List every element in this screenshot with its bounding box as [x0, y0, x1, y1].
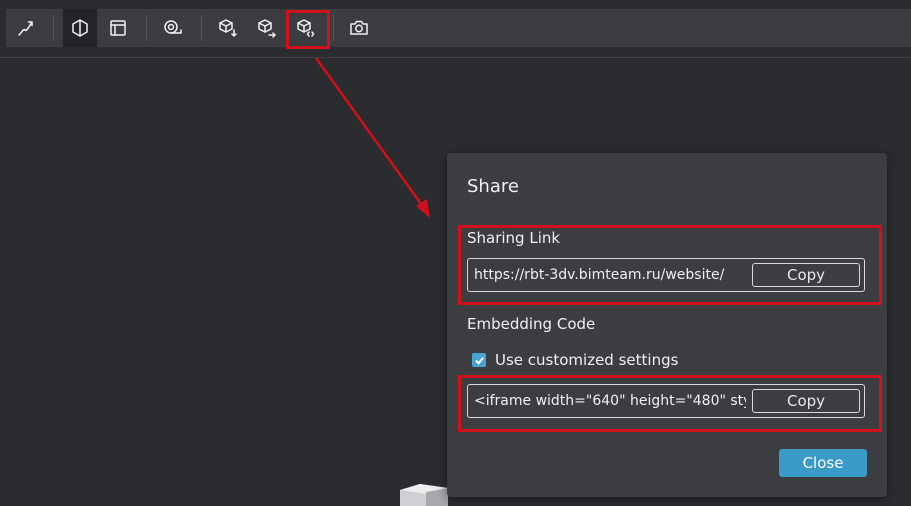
embed-code-icon[interactable] [289, 9, 323, 47]
toolbar-strip [6, 9, 911, 47]
sharing-link-field[interactable]: https://rbt-3dv.bimteam.ru/website/ Copy [467, 258, 865, 292]
embedding-code-field[interactable]: <iframe width="640" height="480" sty Cop… [467, 384, 865, 418]
camera-icon[interactable] [342, 9, 376, 47]
close-button[interactable]: Close [779, 449, 867, 477]
customize-checkbox-label: Use customized settings [495, 351, 679, 369]
toolbar-separator [333, 15, 334, 41]
customize-checkbox[interactable] [472, 353, 486, 367]
measure-icon[interactable] [9, 9, 43, 47]
embedding-code-label: Embedding Code [467, 315, 596, 333]
checkmark-icon [474, 356, 484, 365]
cube-view-icon[interactable] [63, 9, 97, 47]
sharing-link-label: Sharing Link [467, 229, 561, 247]
dialog-title: Share [467, 176, 519, 197]
model-explode-icon[interactable] [211, 9, 245, 47]
toolbar-separator [201, 15, 202, 41]
tape-measure-icon[interactable] [156, 9, 190, 47]
copy-link-button[interactable]: Copy [752, 263, 860, 287]
model-share-icon[interactable] [250, 9, 284, 47]
toolbar-separator [53, 15, 54, 41]
sharing-link-value[interactable]: https://rbt-3dv.bimteam.ru/website/ [474, 267, 746, 287]
section-box-icon[interactable] [101, 9, 135, 47]
share-dialog: Share Sharing Link https://rbt-3dv.bimte… [447, 153, 887, 497]
embedding-code-value[interactable]: <iframe width="640" height="480" sty [474, 393, 746, 413]
toolbar [0, 0, 911, 58]
toolbar-separator [146, 15, 147, 41]
copy-embed-button[interactable]: Copy [752, 389, 860, 413]
customize-checkbox-row[interactable]: Use customized settings [472, 351, 678, 369]
